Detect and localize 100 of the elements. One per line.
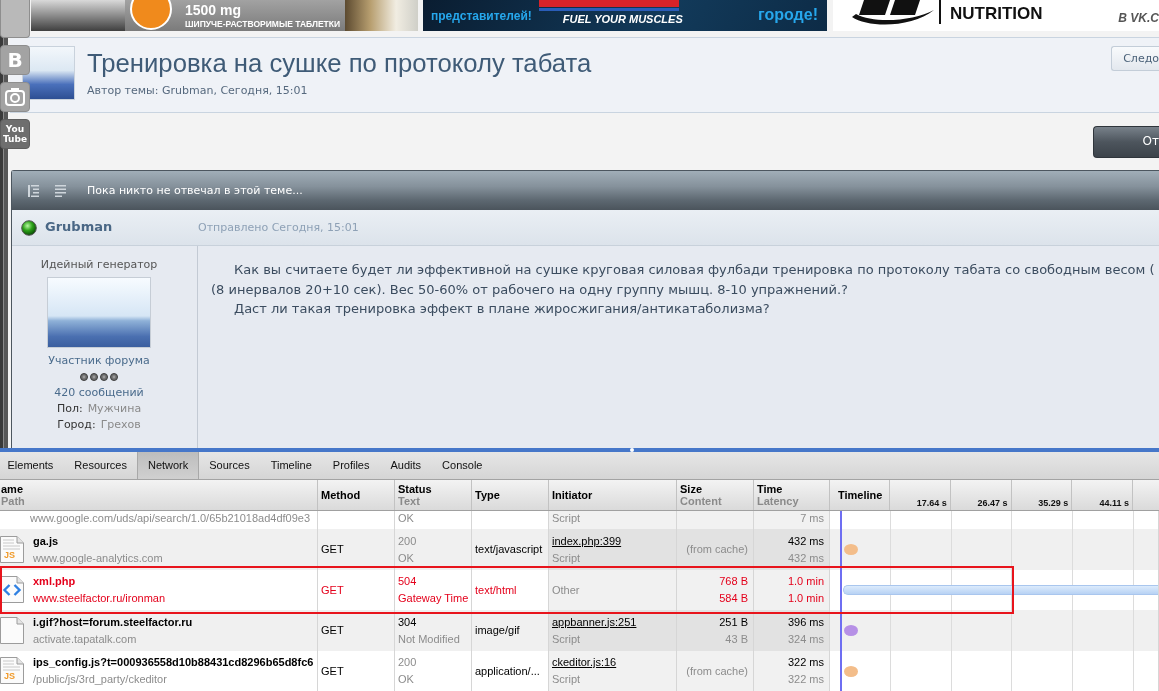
field-label: Город: [57, 417, 96, 433]
devtools-tab[interactable]: Timeline [260, 452, 323, 479]
indented-list-icon[interactable] [28, 184, 39, 197]
column-header[interactable]: Method [318, 480, 395, 510]
latency-time: 1.0 min [787, 591, 824, 606]
status-text: OK [398, 511, 415, 525]
status-text: OK [398, 672, 415, 687]
cache-note: (from cache) [686, 542, 748, 557]
latency-time: 432 ms [787, 550, 824, 565]
request-url: www.steelfactor.ru/ironman [33, 591, 166, 606]
banner-text: FUEL YOUR MUSCLES [562, 13, 683, 26]
follow-button[interactable]: Следо [1111, 46, 1159, 71]
column-header[interactable]: Timeline [830, 480, 886, 510]
ad-banner[interactable]: представителей! FUEL YOUR MUSCLES городе! [423, 0, 827, 31]
user-title: Идейный генератор [40, 257, 158, 273]
cache-note: (from cache) [686, 663, 748, 678]
banner-text: городе! [758, 5, 818, 24]
devtools-tab[interactable]: Network [137, 452, 199, 479]
initiator-type: Script [552, 550, 582, 565]
request-name: ga.js [33, 533, 60, 548]
notice-text: Пока никто не отвечал в этой теме... [87, 183, 303, 198]
social-link-icon[interactable]: You Tube [0, 119, 30, 149]
latency-time: 324 ms [787, 631, 824, 646]
status-code: 200 [398, 533, 418, 548]
grip-icon[interactable] [630, 448, 634, 452]
mime-type: text/html [475, 582, 518, 597]
total-time: 432 ms [787, 533, 824, 548]
devtools-tab[interactable]: Console [431, 452, 493, 479]
request-url: activate.tapatalk.com [33, 631, 138, 646]
initiator-type: Script [552, 511, 582, 525]
initiator-link[interactable]: ckeditor.js:16 [552, 655, 674, 670]
request-method: GET [321, 582, 345, 597]
response-size: 251 B [719, 614, 748, 629]
total-time: 1.0 min [787, 574, 824, 589]
initiator-type: Script [552, 631, 582, 646]
ad-banner[interactable]: 1500 mg ШИПУЧЕ-РАСТВОРИМЫЕ ТАБЛЕТКИ [31, 0, 418, 31]
latency-time: 7 ms [800, 511, 824, 525]
initiator-link[interactable]: index.php:399 [552, 533, 674, 548]
time-tick-label: 26.47 s [977, 498, 1008, 508]
banner-text: представителей! [431, 8, 532, 23]
initiator-text: Other [552, 582, 581, 597]
status-text: OK [398, 550, 415, 565]
mime-type: application/... [475, 663, 541, 678]
field-label: Пол: [56, 401, 83, 417]
request-url: www.google.com/uds/api/search/1.0/65b21018ad4df09e3 [30, 511, 311, 525]
column-header[interactable]: Type [472, 480, 549, 510]
column-header[interactable]: Time Latency [754, 480, 830, 510]
time-tick-label: 17.64 s [916, 498, 947, 508]
request-url: www.google-analytics.com [33, 550, 163, 565]
stripe-logo-icon [538, 0, 679, 12]
content-size: 584 B [719, 591, 748, 606]
circle-logo-icon [130, 0, 172, 31]
response-size: 768 B [719, 574, 748, 589]
post-count[interactable]: 420 сообщений [54, 385, 144, 401]
js-file-icon: JS [0, 657, 24, 685]
devtools-tab[interactable]: Audits [380, 452, 432, 479]
request-method: GET [321, 623, 345, 638]
reply-button[interactable]: От [1092, 125, 1159, 158]
content-size: 43 B [725, 631, 748, 646]
mime-type: text/javascript [475, 542, 544, 557]
initiator-link[interactable]: appbanner.js:251 [552, 614, 674, 629]
time-tick-label: 44.11 s [1099, 498, 1129, 508]
column-header[interactable]: Initiator [549, 480, 677, 510]
status-text: Not Modified [398, 631, 461, 646]
request-url: /public/js/3rd_party/ckeditor [33, 672, 168, 687]
banner-text: 1500 mg [185, 3, 243, 18]
code-file-icon [0, 576, 24, 604]
user-group[interactable]: Участник форума [48, 353, 150, 369]
request-row[interactable]: JS ips_config.js?t=000936558d10b88431cd8296b65d8fc6 /public/js/3rd_party/ckeditor GET 200 OK application/... ckeditor.js:16 Script (from cache) 322 ms 322 ms [0, 650, 1159, 691]
camera-icon[interactable] [0, 82, 30, 112]
request-method: GET [321, 542, 345, 557]
status-code: 304 [398, 614, 418, 629]
request-method: GET [321, 663, 345, 678]
js-file-icon: JS [0, 535, 24, 563]
ad-banner[interactable]: NUTRITION В VK.C [833, 0, 1159, 31]
status-text: Gateway Time [398, 591, 469, 606]
devtools-tab[interactable]: Resources [63, 452, 138, 479]
file-icon [0, 616, 24, 644]
devtools-tab[interactable]: Elements [0, 452, 64, 479]
initiator-type: Script [552, 672, 582, 687]
social-link-icon[interactable] [0, 0, 30, 38]
topic-title: Тренировка на сушке по протоколу табата [87, 48, 592, 78]
request-row[interactable]: i.gif?host=forum.steelfactor.ru activate.tapatalk.com GET 304 Not Modified image/gif appbanner.js:251 Script 251 B 43 B 396 ms 324 ms [0, 610, 1159, 651]
request-name: xml.php [33, 574, 77, 589]
lines-icon[interactable] [55, 184, 66, 197]
field-value: Мужчина [87, 401, 142, 417]
devtools-tab[interactable]: Sources [198, 452, 261, 479]
total-time: 322 ms [787, 655, 824, 670]
author-name[interactable]: Grubman [45, 219, 113, 236]
column-header[interactable]: ame Path [0, 480, 318, 510]
post-paragraph: Как вы считаете будет ли эффективной на сушке круговая силовая фулбади тренировка по протоколу табата со свободным весом ( (8 инервалов 20+10 сек). Вес 50-60% от рабочего на одну группу мышц. 8-10 упражнений.? [211, 261, 1156, 299]
devtools-tab[interactable]: Profiles [322, 452, 380, 479]
status-code: 504 [398, 574, 418, 589]
banner-text: NUTRITION [950, 3, 1043, 23]
swoosh-logo-icon [850, 0, 942, 27]
column-header[interactable]: Status Text [395, 480, 472, 510]
total-time: 396 ms [787, 614, 824, 629]
request-name: i.gif?host=forum.steelfactor.ru [33, 614, 193, 629]
topic-meta: Автор темы: Grubman, Сегодня, 15:01 [87, 84, 309, 98]
column-header[interactable]: Size Content [677, 480, 754, 510]
